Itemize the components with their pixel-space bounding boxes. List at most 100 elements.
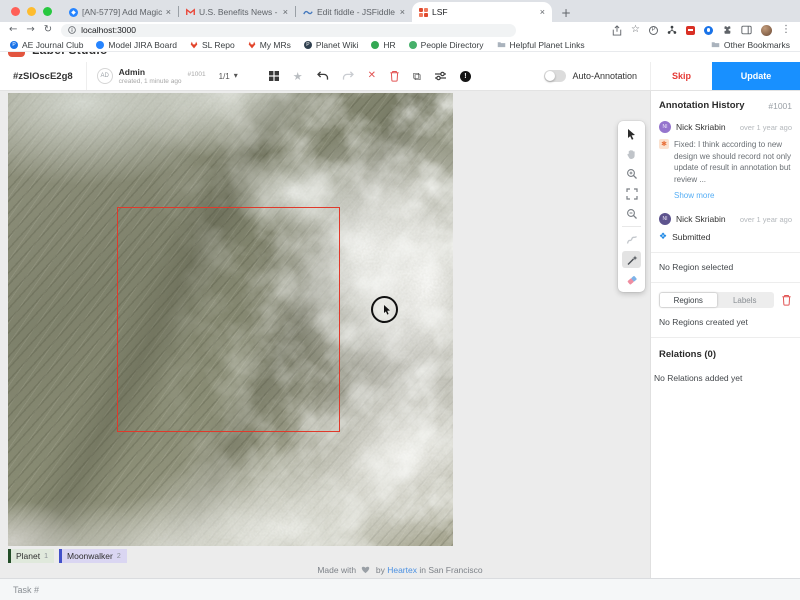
tool-panel bbox=[618, 121, 645, 292]
browser-tabstrip: [AN-5779] Add Magic Wand fu × U.S. Benef… bbox=[0, 0, 800, 22]
reject-icon[interactable]: ✕ bbox=[368, 71, 376, 81]
zoom-out-tool[interactable] bbox=[622, 205, 641, 222]
tab-close-icon[interactable]: × bbox=[283, 7, 288, 17]
tab-close-icon[interactable]: × bbox=[400, 7, 405, 17]
extension-p-icon[interactable]: P bbox=[649, 26, 658, 35]
reload-icon[interactable]: ↻ bbox=[44, 25, 52, 35]
url-input[interactable]: localhost:3000 bbox=[61, 24, 516, 37]
duplicate-icon[interactable]: ⧉ bbox=[413, 71, 421, 82]
skip-button[interactable]: Skip bbox=[650, 62, 712, 90]
jsfiddle-favicon bbox=[303, 9, 313, 16]
pointer-icon bbox=[383, 305, 391, 315]
bookmark-model-jira-board[interactable]: Model JIRA Board bbox=[96, 40, 177, 50]
extension-blue-icon[interactable] bbox=[704, 26, 713, 35]
fit-screen-tool[interactable] bbox=[622, 185, 641, 202]
tab-close-icon[interactable]: × bbox=[166, 7, 171, 17]
app-logo-strip: Label Studio bbox=[0, 52, 800, 62]
auto-annotation-toggle[interactable] bbox=[544, 70, 566, 82]
label-tag-planet[interactable]: Planet 1 bbox=[8, 549, 54, 563]
bookmark-ae-journal-club[interactable]: PAE Journal Club bbox=[10, 40, 83, 50]
delete-regions-icon[interactable] bbox=[781, 294, 792, 306]
tab-title: LSF bbox=[432, 7, 536, 17]
label-studio-logo-icon bbox=[8, 52, 25, 57]
zoom-in-tool[interactable] bbox=[622, 165, 641, 182]
bookmark-sl-repo[interactable]: SL Repo bbox=[190, 40, 235, 50]
brush-tool[interactable] bbox=[622, 231, 641, 248]
site-info-icon[interactable] bbox=[68, 26, 76, 34]
bookmark-icon bbox=[371, 41, 379, 49]
tab-title: [AN-5779] Add Magic Wand fu bbox=[82, 7, 162, 17]
delete-icon[interactable] bbox=[389, 70, 400, 82]
show-more-link[interactable]: Show more bbox=[674, 191, 714, 200]
browser-actions: ☆ P ⋮ bbox=[612, 25, 791, 36]
tab-regions[interactable]: Regions bbox=[660, 293, 717, 307]
share-icon[interactable] bbox=[612, 25, 622, 36]
auto-annotation-label: Auto-Annotation bbox=[572, 71, 637, 81]
info-icon[interactable]: ! bbox=[460, 71, 471, 82]
gitlab-icon bbox=[248, 41, 256, 49]
fixed-status-icon: ✱ bbox=[659, 139, 669, 149]
relations-title: Relations (0) bbox=[659, 349, 792, 360]
history-entry[interactable]: NI Nick Skriabin over 1 year ago bbox=[659, 121, 792, 133]
browser-addressbar: ← → ↻ localhost:3000 ☆ P ⋮ bbox=[0, 22, 800, 38]
history-comment-text: Fixed: I think according to new design w… bbox=[674, 139, 792, 185]
chrome-menu-icon[interactable]: ⋮ bbox=[781, 25, 791, 35]
user-avatar: AD bbox=[97, 68, 113, 84]
tab-title: Edit fiddle - JSFiddle - Code P bbox=[317, 7, 396, 17]
tab-gmail[interactable]: U.S. Benefits News - Open En × bbox=[179, 2, 295, 22]
eraser-tool[interactable] bbox=[622, 271, 641, 288]
no-region-selected-text: No Region selected bbox=[659, 253, 792, 272]
gitlab-icon bbox=[190, 41, 198, 49]
user-name: Admin bbox=[119, 67, 182, 77]
update-button[interactable]: Update bbox=[712, 62, 800, 90]
redo-icon[interactable] bbox=[342, 70, 355, 82]
hotkey-badge: 2 bbox=[117, 553, 121, 560]
settings-sliders-icon[interactable] bbox=[434, 71, 447, 81]
minimize-window-button[interactable] bbox=[27, 7, 36, 16]
submitted-status-text: Submitted bbox=[672, 232, 710, 242]
label-tag-moonwalker[interactable]: Moonwalker 2 bbox=[59, 549, 127, 563]
extension-tree-icon[interactable] bbox=[667, 25, 677, 35]
move-tool[interactable] bbox=[622, 125, 641, 142]
bookmark-my-mrs[interactable]: My MRs bbox=[248, 40, 291, 50]
annotation-selector[interactable]: AD Admin created, 1 minute ago #1001 1/1… bbox=[87, 67, 248, 85]
history-entry[interactable]: NI Nick Skriabin over 1 year ago bbox=[659, 213, 792, 225]
extensions-puzzle-icon[interactable] bbox=[722, 25, 732, 35]
bookmark-hr[interactable]: HR bbox=[371, 40, 395, 50]
extension-red-icon[interactable] bbox=[686, 26, 695, 35]
annotation-header: #zSlOscE2g8 AD Admin created, 1 minute a… bbox=[0, 62, 800, 91]
tab-lsf-active[interactable]: LSF × bbox=[412, 2, 552, 22]
profile-avatar[interactable] bbox=[761, 25, 772, 36]
side-panel-icon[interactable] bbox=[741, 25, 752, 35]
close-window-button[interactable] bbox=[11, 7, 20, 16]
new-tab-button[interactable]: + bbox=[561, 7, 571, 19]
bookmark-people-directory[interactable]: People Directory bbox=[409, 40, 484, 50]
grid-view-icon[interactable] bbox=[268, 70, 280, 82]
other-bookmarks[interactable]: Other Bookmarks bbox=[711, 40, 790, 50]
region-bounding-box[interactable] bbox=[117, 207, 340, 432]
back-icon[interactable]: ← bbox=[9, 25, 17, 35]
bookmark-star-icon[interactable]: ☆ bbox=[631, 25, 640, 35]
tab-close-icon[interactable]: × bbox=[540, 7, 545, 17]
no-regions-text: No Regions created yet bbox=[659, 317, 792, 327]
bookmark-icon bbox=[96, 41, 104, 49]
star-icon[interactable]: ★ bbox=[293, 71, 303, 82]
pan-tool[interactable] bbox=[622, 145, 641, 162]
chevron-down-icon[interactable]: ▾ bbox=[234, 72, 238, 80]
task-panel-bar[interactable]: Task # bbox=[0, 578, 800, 600]
annotation-sidebar: Annotation History #1001 NI Nick Skriabi… bbox=[650, 91, 800, 578]
tab-title: U.S. Benefits News - Open En bbox=[199, 7, 279, 17]
heartex-link[interactable]: Heartex bbox=[387, 565, 417, 575]
heart-icon bbox=[360, 565, 371, 574]
gmail-favicon bbox=[186, 8, 195, 16]
image-canvas[interactable] bbox=[8, 93, 453, 546]
tab-jsfiddle[interactable]: Edit fiddle - JSFiddle - Code P × bbox=[296, 2, 412, 22]
bookmark-helpful-planet-links[interactable]: Helpful Planet Links bbox=[497, 40, 585, 50]
forward-icon[interactable]: → bbox=[26, 25, 34, 35]
magic-wand-tool[interactable] bbox=[622, 251, 641, 268]
tab-labels[interactable]: Labels bbox=[717, 293, 774, 307]
tab-jira[interactable]: [AN-5779] Add Magic Wand fu × bbox=[62, 2, 178, 22]
bookmark-planet-wiki[interactable]: PPlanet Wiki bbox=[304, 40, 359, 50]
undo-icon[interactable] bbox=[316, 70, 329, 82]
maximize-window-button[interactable] bbox=[43, 7, 52, 16]
